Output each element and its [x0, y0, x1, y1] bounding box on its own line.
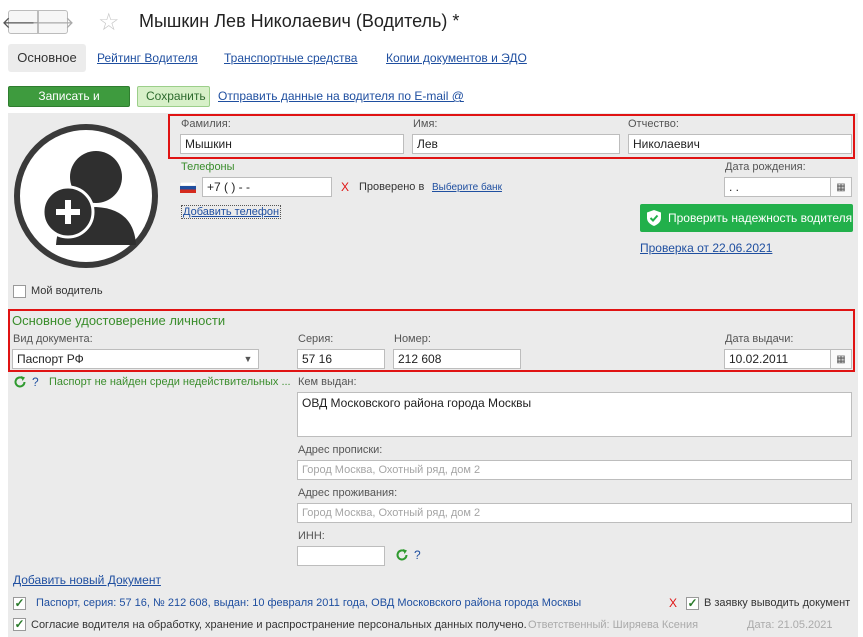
- chevron-down-icon[interactable]: ▼: [238, 350, 258, 368]
- document-checkbox[interactable]: ✓: [13, 597, 26, 610]
- phone-field[interactable]: +7 ( ) - -: [202, 177, 332, 197]
- check-reliability-button[interactable]: Проверить надежность водителя: [640, 204, 853, 232]
- surname-field[interactable]: Мышкин: [180, 134, 404, 154]
- save-button[interactable]: Сохранить: [137, 86, 210, 107]
- save-and-close-button[interactable]: Записать и закрыть: [8, 86, 130, 122]
- birth-date-value: . .: [729, 180, 740, 194]
- tab-driver-rating[interactable]: Рейтинг Водителя: [97, 44, 198, 72]
- calendar-icon[interactable]: ▦: [830, 178, 851, 196]
- doc-type-label: Вид документа:: [13, 333, 93, 345]
- verified-in-label: Проверено в: [359, 181, 425, 193]
- firstname-label: Имя:: [413, 118, 438, 130]
- phones-section-label: Телефоны: [181, 161, 235, 173]
- firstname-field[interactable]: Лев: [412, 134, 620, 154]
- issue-date-label: Дата выдачи:: [725, 333, 794, 345]
- issue-date-field[interactable]: 10.02.2011 ▦: [724, 349, 852, 369]
- registration-address-field[interactable]: Город Москва, Охотный ряд, дом 2: [297, 460, 852, 480]
- send-email-link[interactable]: Отправить данные на водителя по E-mail @: [218, 89, 464, 103]
- arrow-right-icon: 🡒: [31, 14, 75, 32]
- add-phone-link[interactable]: Добавить телефон: [181, 205, 282, 219]
- residence-address-field[interactable]: Город Москва, Охотный ряд, дом 2: [297, 503, 852, 523]
- series-label: Серия:: [298, 333, 334, 345]
- avatar-icon[interactable]: [12, 117, 160, 275]
- number-field[interactable]: 212 608: [393, 349, 521, 369]
- birth-date-field[interactable]: . . ▦: [724, 177, 852, 197]
- my-driver-checkbox[interactable]: [13, 285, 26, 298]
- residence-address-label: Адрес проживания:: [298, 487, 398, 499]
- page-title: Мышкин Лев Николаевич (Водитель) *: [139, 11, 460, 31]
- forward-button[interactable]: 🡒: [32, 10, 74, 34]
- tab-main[interactable]: Основное: [8, 44, 86, 72]
- consent-text: Согласие водителя на обработку, хранение…: [31, 619, 527, 631]
- in-request-checkbox[interactable]: ✓: [686, 597, 699, 610]
- patronymic-label: Отчество:: [628, 118, 679, 130]
- registration-address-label: Адрес прописки:: [298, 444, 383, 456]
- in-request-label: В заявку выводить документ: [704, 597, 851, 609]
- my-driver-label: Мой водитель: [31, 285, 103, 297]
- inn-label: ИНН:: [298, 530, 325, 542]
- number-label: Номер:: [394, 333, 431, 345]
- consent-checkbox[interactable]: ✓: [13, 618, 26, 631]
- tab-documents-edo[interactable]: Копии документов и ЭДО: [386, 44, 527, 72]
- check-reliability-label: Проверить надежность водителя: [668, 211, 853, 225]
- inn-help-icon[interactable]: ?: [414, 548, 421, 562]
- consent-responsible: Ответственный: Ширяева Ксения: [528, 619, 699, 631]
- issued-by-label: Кем выдан:: [298, 376, 357, 388]
- russia-flag-icon: [180, 182, 196, 193]
- passport-check-help-icon[interactable]: ?: [32, 375, 39, 389]
- refresh-icon[interactable]: [395, 548, 409, 562]
- series-field[interactable]: 57 16: [297, 349, 385, 369]
- issue-date-value: 10.02.2011: [729, 352, 789, 366]
- patronymic-field[interactable]: Николаевич: [628, 134, 852, 154]
- star-icon[interactable]: ☆: [98, 8, 120, 37]
- tab-vehicles[interactable]: Транспортные средства: [224, 44, 357, 72]
- calendar-icon[interactable]: ▦: [830, 350, 851, 368]
- consent-date: Дата: 21.05.2021: [747, 619, 833, 631]
- identity-section-title: Основное удостоверение личности: [12, 313, 226, 328]
- remove-document-icon[interactable]: X: [669, 596, 677, 610]
- passport-check-status: Паспорт не найден среди недействительных…: [49, 376, 291, 388]
- doc-type-value: Паспорт РФ: [17, 352, 84, 366]
- inn-field[interactable]: [297, 546, 385, 566]
- shield-check-icon: [647, 210, 661, 226]
- refresh-icon[interactable]: [13, 375, 27, 389]
- choose-bank-link[interactable]: Выберите банк: [432, 182, 502, 193]
- surname-label: Фамилия:: [181, 118, 231, 130]
- doc-type-select[interactable]: Паспорт РФ ▼: [12, 349, 259, 369]
- reliability-check-link[interactable]: Проверка от 22.06.2021: [640, 241, 772, 255]
- document-line[interactable]: Паспорт, серия: 57 16, № 212 608, выдан:…: [36, 597, 581, 609]
- phone-invalid-icon: X: [341, 180, 350, 194]
- issued-by-field[interactable]: ОВД Московского района города Москвы: [297, 392, 852, 437]
- add-document-link[interactable]: Добавить новый Документ: [13, 573, 161, 587]
- birth-date-label: Дата рождения:: [725, 161, 806, 173]
